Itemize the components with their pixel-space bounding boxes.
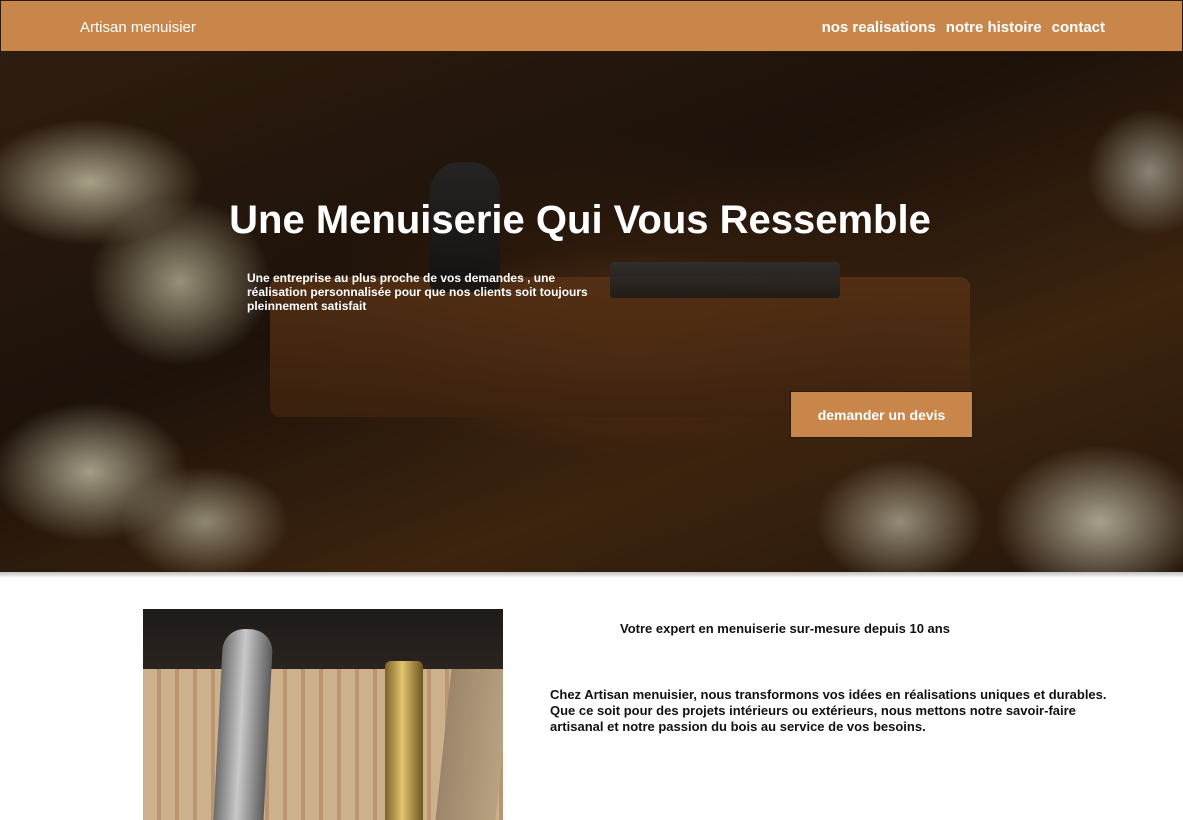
nav-link-contact[interactable]: contact — [1052, 19, 1105, 36]
about-heading: Votre expert en menuiserie sur-mesure de… — [620, 621, 950, 636]
nav-link-realisations[interactable]: nos realisations — [822, 19, 936, 36]
hero-title: Une Menuiserie Qui Vous Ressemble — [229, 198, 931, 242]
nav-link-histoire[interactable]: notre histoire — [946, 19, 1042, 36]
hero-text: Une entreprise au plus proche de vos dem… — [247, 271, 588, 313]
about-image — [143, 609, 503, 820]
section-divider — [0, 572, 1183, 578]
hero-background-detail — [610, 262, 840, 298]
image-detail — [434, 669, 503, 820]
nav-links: nos realisations notre histoire contact — [822, 19, 1105, 36]
hero-section: Une Menuiserie Qui Vous Ressemble Une en… — [0, 52, 1183, 572]
image-detail — [385, 661, 423, 820]
image-detail — [212, 627, 274, 820]
navbar: Artisan menuisier nos realisations notre… — [0, 0, 1183, 52]
request-quote-button[interactable]: demander un devis — [790, 391, 973, 438]
brand-link[interactable]: Artisan menuisier — [80, 19, 196, 36]
about-text: Chez Artisan menuisier, nous transformon… — [550, 687, 1107, 734]
